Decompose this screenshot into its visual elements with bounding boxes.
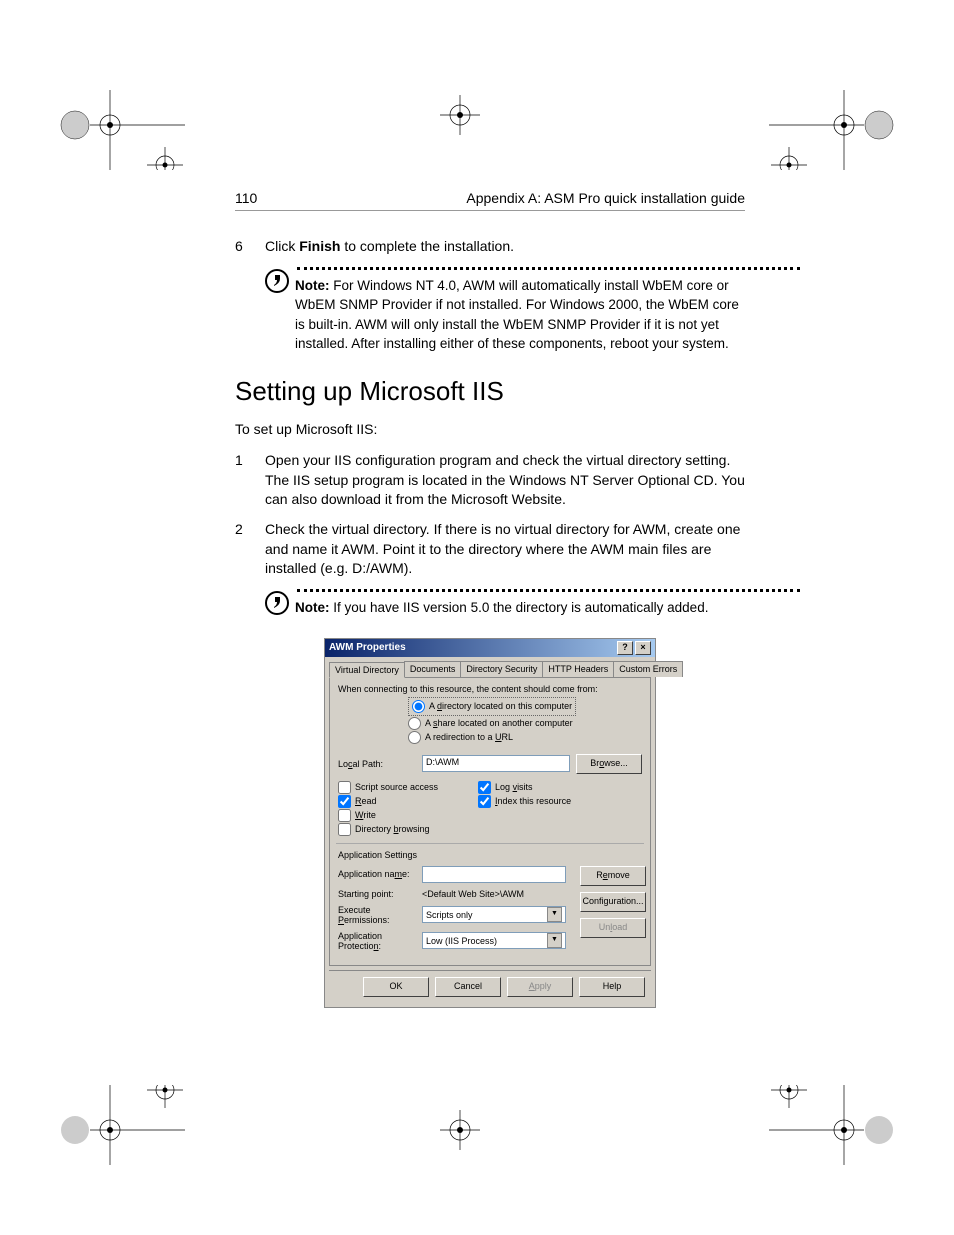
dialog-help-button[interactable]: Help bbox=[579, 977, 645, 997]
chk-script-source-access[interactable]: Script source access bbox=[338, 781, 438, 794]
local-path-label: Local Path: bbox=[338, 759, 416, 769]
note-text: Note: For Windows NT 4.0, AWM will autom… bbox=[295, 276, 745, 354]
application-protection-label: Application Protection: bbox=[338, 931, 416, 951]
tab-documents[interactable]: Documents bbox=[404, 661, 462, 677]
step-6: 6 Click Finish to complete the installat… bbox=[235, 237, 745, 257]
section-heading: Setting up Microsoft IIS bbox=[235, 376, 745, 407]
step-2: 2 Check the virtual directory. If there … bbox=[235, 520, 745, 579]
application-protection-select[interactable]: Low (IIS Process) ▼ bbox=[422, 932, 566, 949]
crop-mark-icon bbox=[55, 1085, 185, 1165]
page-header: 110 Appendix A: ASM Pro quick installati… bbox=[235, 190, 745, 211]
chk-write[interactable]: Write bbox=[338, 809, 438, 822]
crop-mark-icon bbox=[440, 95, 480, 135]
dialog-titlebar[interactable]: AWM Properties ? × bbox=[325, 639, 655, 657]
chevron-down-icon: ▼ bbox=[547, 907, 562, 922]
note-block-1: Note: For Windows NT 4.0, AWM will autom… bbox=[265, 267, 745, 354]
step-text: Click Finish to complete the installatio… bbox=[265, 237, 745, 257]
note-icon bbox=[265, 589, 295, 620]
application-name-input[interactable] bbox=[422, 866, 566, 883]
execute-permissions-select[interactable]: Scripts only ▼ bbox=[422, 906, 566, 923]
tab-http-headers[interactable]: HTTP Headers bbox=[542, 661, 614, 677]
running-head: Appendix A: ASM Pro quick installation g… bbox=[466, 190, 745, 206]
note-divider bbox=[297, 267, 800, 270]
note-block-2: Note: If you have IIS version 5.0 the di… bbox=[265, 589, 745, 620]
radio-directory-this-computer[interactable]: A directory located on this computer bbox=[412, 700, 572, 713]
radio-redirection-url[interactable]: A redirection to a URL bbox=[408, 731, 642, 744]
application-name-label: Application name: bbox=[338, 869, 416, 879]
step-1: 1 Open your IIS configuration program an… bbox=[235, 451, 745, 510]
crop-mark-icon bbox=[55, 90, 185, 170]
remove-button[interactable]: Remove bbox=[580, 866, 646, 886]
tab-virtual-directory[interactable]: Virtual Directory bbox=[329, 662, 405, 678]
starting-point-label: Starting point: bbox=[338, 889, 416, 899]
browse-button[interactable]: Browse... bbox=[576, 754, 642, 774]
cancel-button[interactable]: Cancel bbox=[435, 977, 501, 997]
crop-mark-icon bbox=[769, 90, 899, 170]
page-number: 110 bbox=[235, 190, 257, 206]
step-number: 6 bbox=[235, 237, 265, 257]
chk-directory-browsing[interactable]: Directory browsing bbox=[338, 823, 438, 836]
awm-properties-dialog: AWM Properties ? × Virtual Directory Doc… bbox=[324, 638, 656, 1008]
intro-paragraph: To set up Microsoft IIS: bbox=[235, 419, 745, 439]
ok-button[interactable]: OK bbox=[363, 977, 429, 997]
starting-point-value: <Default Web Site>\AWM bbox=[422, 889, 524, 899]
chk-read[interactable]: Read bbox=[338, 795, 438, 808]
note-text: Note: If you have IIS version 5.0 the di… bbox=[295, 598, 745, 618]
execute-permissions-label: Execute Permissions: bbox=[338, 905, 416, 925]
dialog-panel: When connecting to this resource, the co… bbox=[329, 677, 651, 966]
tab-custom-errors[interactable]: Custom Errors bbox=[613, 661, 683, 677]
step-number: 1 bbox=[235, 451, 265, 510]
note-divider bbox=[297, 589, 800, 592]
unload-button[interactable]: Unload bbox=[580, 918, 646, 938]
step-number: 2 bbox=[235, 520, 265, 579]
chk-index-resource[interactable]: Index this resource bbox=[478, 795, 571, 808]
connect-label: When connecting to this resource, the co… bbox=[338, 684, 642, 694]
tab-directory-security[interactable]: Directory Security bbox=[460, 661, 543, 677]
help-button[interactable]: ? bbox=[617, 641, 633, 655]
local-path-input[interactable]: D:\AWM bbox=[422, 755, 570, 772]
close-button[interactable]: × bbox=[635, 641, 651, 655]
page-content: 110 Appendix A: ASM Pro quick installati… bbox=[235, 190, 745, 1008]
chk-log-visits[interactable]: Log visits bbox=[478, 781, 571, 794]
crop-mark-icon bbox=[769, 1085, 899, 1165]
configuration-button[interactable]: Configuration... bbox=[580, 892, 646, 912]
crop-mark-icon bbox=[440, 1110, 480, 1150]
chevron-down-icon: ▼ bbox=[547, 933, 562, 948]
dialog-title: AWM Properties bbox=[329, 642, 406, 653]
apply-button[interactable]: Apply bbox=[507, 977, 573, 997]
radio-share-another-computer[interactable]: A share located on another computer bbox=[408, 717, 642, 730]
dialog-tabs: Virtual Directory Documents Directory Se… bbox=[325, 657, 655, 677]
step-text: Check the virtual directory. If there is… bbox=[265, 520, 745, 579]
note-icon bbox=[265, 267, 295, 354]
application-settings-label: Application Settings bbox=[338, 850, 642, 860]
dialog-button-row: OK Cancel Apply Help bbox=[329, 970, 651, 1003]
step-text: Open your IIS configuration program and … bbox=[265, 451, 745, 510]
